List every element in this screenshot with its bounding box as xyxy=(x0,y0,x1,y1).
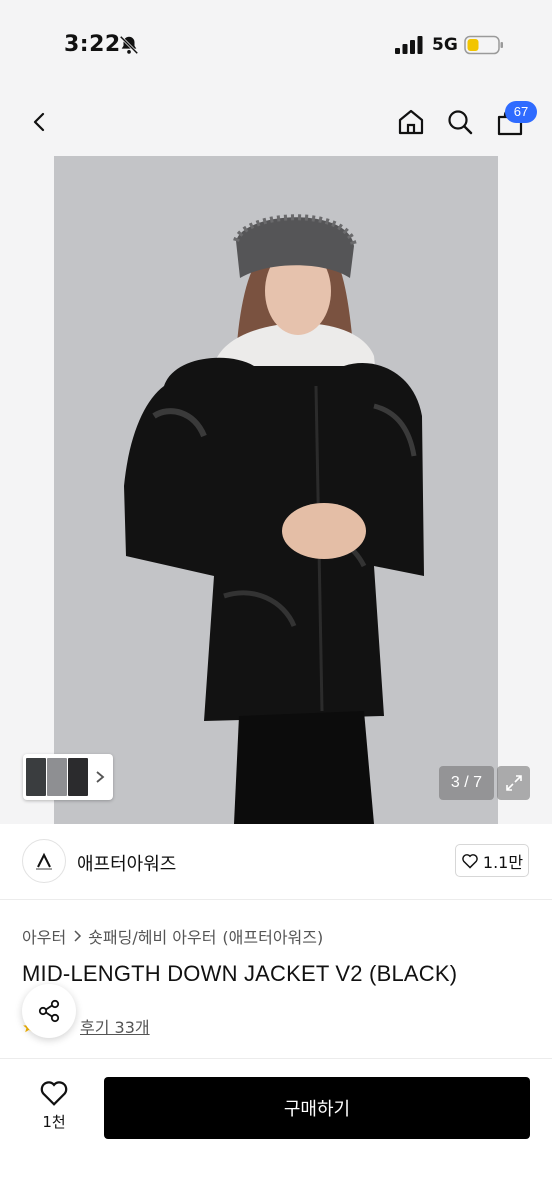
top-nav xyxy=(0,90,552,156)
search-icon xyxy=(448,110,473,135)
status-bar: 3:22 5G xyxy=(0,0,552,90)
chevron-right-icon xyxy=(96,771,105,783)
signal-icon xyxy=(395,36,423,54)
breadcrumb-item[interactable]: 아우터 xyxy=(22,924,66,948)
brand-like-button[interactable]: 1.1만 xyxy=(455,844,529,877)
status-time: 3:22 xyxy=(64,32,121,57)
breadcrumb-item[interactable]: 숏패딩/헤비 아우터 xyxy=(88,924,216,948)
search-button[interactable] xyxy=(440,102,480,142)
heart-icon xyxy=(40,1081,68,1106)
bottom-action-bar: 1천 구매하기 xyxy=(0,1058,552,1200)
product-title: MID-LENGTH DOWN JACKET V2 (BLACK) xyxy=(22,961,458,986)
heart-icon xyxy=(462,853,478,869)
thumbnail-2[interactable] xyxy=(47,758,67,796)
buy-button[interactable]: 구매하기 xyxy=(104,1077,530,1139)
expand-button[interactable] xyxy=(497,766,530,800)
brand-like-count: 1.1만 xyxy=(482,852,524,872)
brand-row: 애프터아워즈 1.1만 xyxy=(0,824,552,900)
review-link[interactable]: 후기 33개 xyxy=(80,1014,150,1038)
share-button[interactable] xyxy=(22,984,76,1038)
breadcrumb-item[interactable]: (애프터아워즈) xyxy=(222,924,323,948)
product-gallery[interactable]: 3 / 7 xyxy=(0,156,552,824)
network-label: 5G xyxy=(432,35,458,55)
brand-name[interactable]: 애프터아워즈 xyxy=(77,850,176,876)
brand-logo[interactable] xyxy=(22,839,66,883)
image-counter: 3 / 7 xyxy=(439,766,494,800)
breadcrumb: 아우터 숏패딩/헤비 아우터 (애프터아워즈) xyxy=(22,924,323,948)
home-button[interactable] xyxy=(391,102,431,142)
chevron-left-icon xyxy=(33,112,45,132)
wish-count: 1천 xyxy=(42,1113,66,1131)
cart-count-badge: 67 xyxy=(505,101,537,123)
back-button[interactable] xyxy=(20,102,60,142)
model-in-black-puffer-jacket-image xyxy=(54,156,498,824)
brand-logo-mark xyxy=(36,852,52,870)
thumbnail-1[interactable] xyxy=(26,758,46,796)
product-photo[interactable] xyxy=(54,156,498,824)
thumbnail-strip[interactable] xyxy=(23,754,113,800)
battery-low-icon xyxy=(464,35,503,55)
thumbnail-3[interactable] xyxy=(68,758,88,796)
bell-off-icon xyxy=(119,35,139,55)
share-icon xyxy=(38,999,60,1023)
home-icon xyxy=(398,109,424,135)
chevron-right-icon xyxy=(74,930,82,942)
wish-button[interactable]: 1천 xyxy=(24,1079,84,1139)
expand-icon xyxy=(505,775,522,791)
